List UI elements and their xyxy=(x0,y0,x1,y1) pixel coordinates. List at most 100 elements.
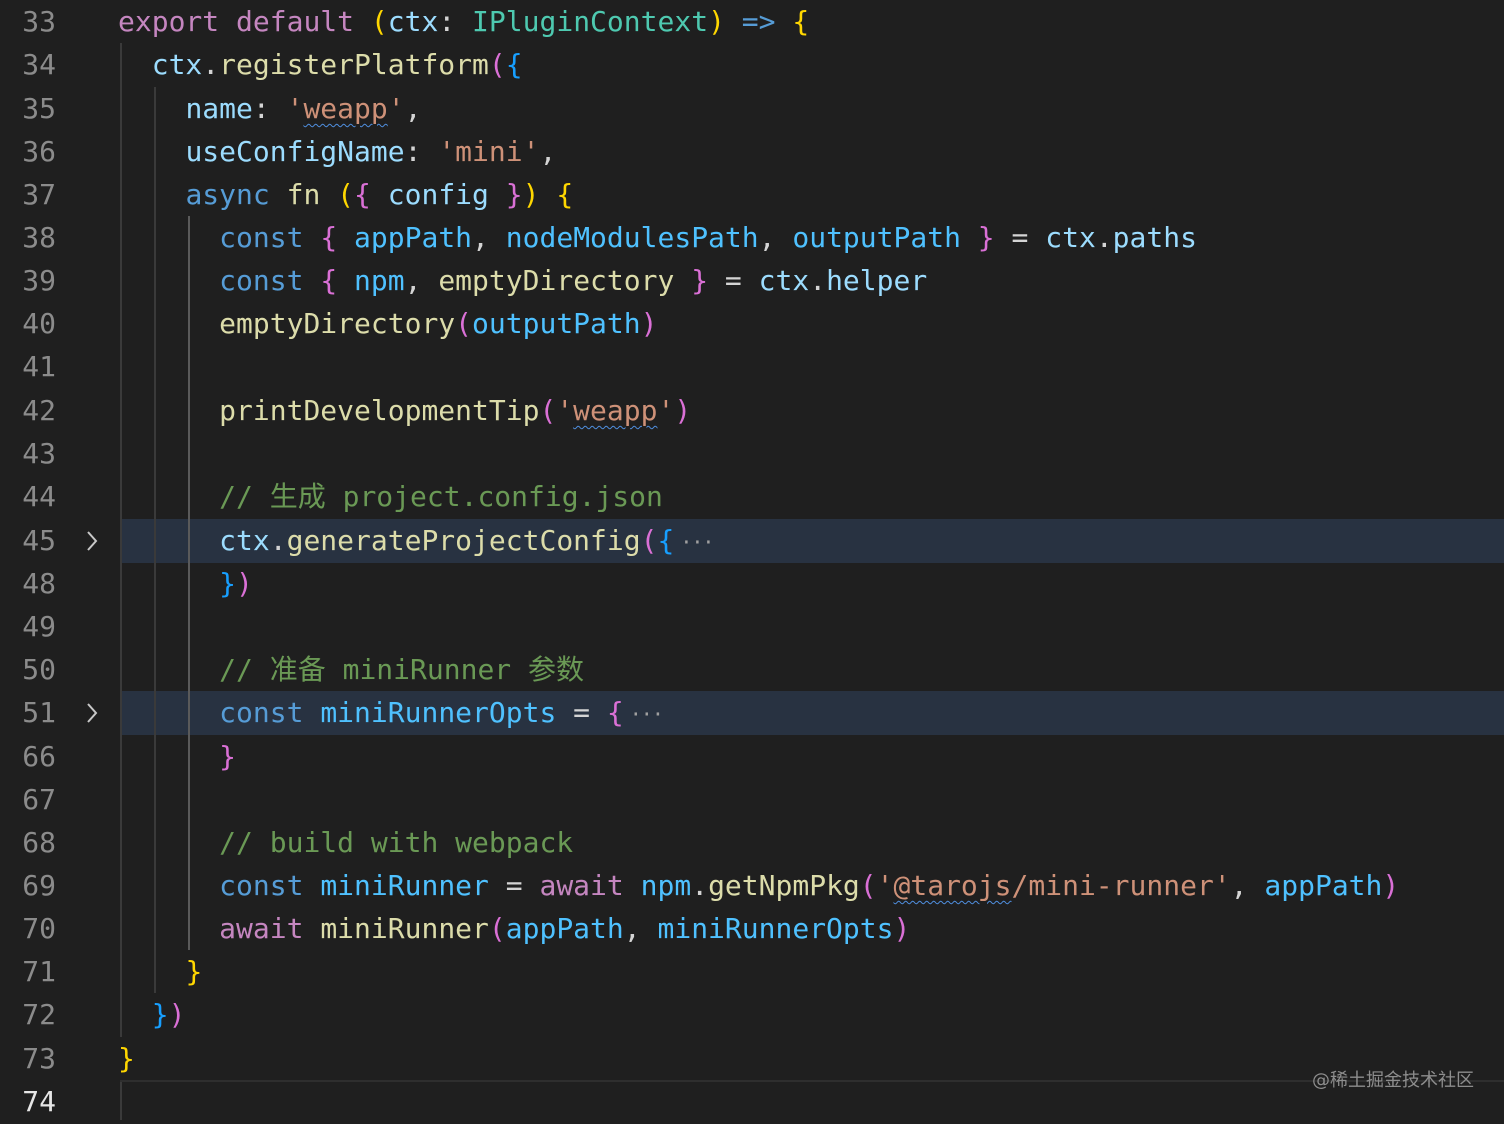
code-token: outputPath xyxy=(472,307,641,340)
code-token: appPath xyxy=(1264,869,1383,902)
code-text: } xyxy=(118,1037,135,1081)
code-token: miniRunner xyxy=(320,912,489,945)
code-token: ctx xyxy=(758,264,810,297)
code-token: , xyxy=(472,221,506,254)
code-token: ) xyxy=(522,178,540,211)
code-line[interactable]: 70 await miniRunner(appPath, miniRunnerO… xyxy=(0,907,1504,951)
code-token: ) xyxy=(708,5,725,38)
code-token: helper xyxy=(826,264,928,297)
code-token: getNpmPkg xyxy=(708,869,860,902)
code-line[interactable]: 68 // build with webpack xyxy=(0,821,1504,865)
code-token: ) xyxy=(1382,869,1400,902)
code-line[interactable]: 67 xyxy=(0,778,1504,822)
chevron-right-icon[interactable] xyxy=(80,519,104,563)
code-line[interactable]: 44 // 生成 project.config.json xyxy=(0,475,1504,519)
code-token: npm xyxy=(354,264,405,297)
code-line[interactable]: 41 xyxy=(0,345,1504,389)
line-number: 44 xyxy=(22,480,56,513)
code-token: miniRunner xyxy=(320,869,489,902)
watermark: @稀土掘金技术社区 xyxy=(1312,1070,1474,1091)
code-token: miniRunnerOpts xyxy=(320,696,557,729)
code-line[interactable]: 51 const miniRunnerOpts = {··· xyxy=(0,691,1504,735)
code-text: ctx.registerPlatform({ xyxy=(118,43,523,87)
code-text: ctx.generateProjectConfig({··· xyxy=(118,519,714,564)
code-token: ( xyxy=(539,394,557,427)
code-token: : xyxy=(404,135,439,168)
code-token: } xyxy=(691,264,709,297)
code-token: await xyxy=(539,869,624,902)
code-token: // 生成 project.config.json xyxy=(219,480,663,513)
code-token: ' xyxy=(286,92,304,125)
line-number: 36 xyxy=(22,135,56,168)
code-text: printDevelopmentTip('weapp') xyxy=(118,389,691,433)
code-text: async fn ({ config }) { xyxy=(118,173,573,217)
code-token: { xyxy=(505,48,523,81)
code-token: } xyxy=(151,998,169,1031)
code-line[interactable]: 74 xyxy=(0,1080,1504,1124)
code-token: : xyxy=(252,92,287,125)
code-line[interactable]: 35 name: 'weapp', xyxy=(0,87,1504,131)
code-text: useConfigName: 'mini', xyxy=(118,130,556,174)
code-line[interactable]: 73} xyxy=(0,1037,1504,1081)
code-line[interactable]: 36 useConfigName: 'mini', xyxy=(0,130,1504,174)
code-token: export xyxy=(118,5,220,38)
line-number: 45 xyxy=(22,524,56,557)
code-line[interactable]: 69 const miniRunner = await npm.getNpmPk… xyxy=(0,864,1504,908)
code-token: name xyxy=(185,92,253,125)
code-line[interactable]: 71 } xyxy=(0,950,1504,994)
code-token: emptyDirectory xyxy=(438,264,675,297)
code-line[interactable]: 39 const { npm, emptyDirectory } = ctx.h… xyxy=(0,259,1504,303)
code-line[interactable]: 42 printDevelopmentTip('weapp') xyxy=(0,389,1504,433)
code-line[interactable]: 49 xyxy=(0,605,1504,649)
code-token: } xyxy=(185,955,203,988)
line-number: 38 xyxy=(22,221,56,254)
code-text: } xyxy=(118,950,202,994)
current-line-border xyxy=(120,1080,1504,1082)
code-token: appPath xyxy=(505,912,624,945)
code-line[interactable]: 40 emptyDirectory(outputPath) xyxy=(0,302,1504,346)
code-line[interactable]: 33 export default (ctx: IPluginContext) =… xyxy=(0,0,1504,44)
fold-ellipsis-icon[interactable]: ··· xyxy=(680,520,714,564)
code-token: ' xyxy=(876,869,894,902)
code-line[interactable]: 34 ctx.registerPlatform({ xyxy=(0,43,1504,87)
line-number: 39 xyxy=(22,264,56,297)
line-number: 71 xyxy=(22,955,56,988)
code-line[interactable]: 66 } xyxy=(0,735,1504,779)
line-number: 37 xyxy=(22,178,56,211)
chevron-right-icon[interactable] xyxy=(80,691,104,735)
code-line[interactable]: 45 ctx.generateProjectConfig({··· xyxy=(0,519,1504,563)
code-line[interactable]: 48 }) xyxy=(0,562,1504,606)
code-token: nodeModulesPath xyxy=(505,221,759,254)
code-token: weapp xyxy=(303,92,388,125)
line-number: 40 xyxy=(22,307,56,340)
code-token: } xyxy=(219,567,237,600)
code-token: } xyxy=(219,740,237,773)
code-token: async xyxy=(185,178,270,211)
code-editor[interactable]: 33 export default (ctx: IPluginContext) =… xyxy=(0,0,1504,1120)
code-line[interactable]: 72 }) xyxy=(0,993,1504,1037)
fold-ellipsis-icon[interactable]: ··· xyxy=(630,692,664,736)
code-line[interactable]: 43 xyxy=(0,432,1504,476)
code-token: outputPath xyxy=(792,221,961,254)
code-line[interactable]: 50 // 准备 miniRunner 参数 xyxy=(0,648,1504,692)
code-token: ) xyxy=(674,394,692,427)
code-line[interactable]: 37 async fn ({ config }) { xyxy=(0,173,1504,217)
line-number: 48 xyxy=(22,567,56,600)
code-line[interactable]: 38 const { appPath, nodeModulesPath, out… xyxy=(0,216,1504,260)
code-token: ( xyxy=(488,48,506,81)
code-token: // 准备 miniRunner 参数 xyxy=(219,653,585,686)
